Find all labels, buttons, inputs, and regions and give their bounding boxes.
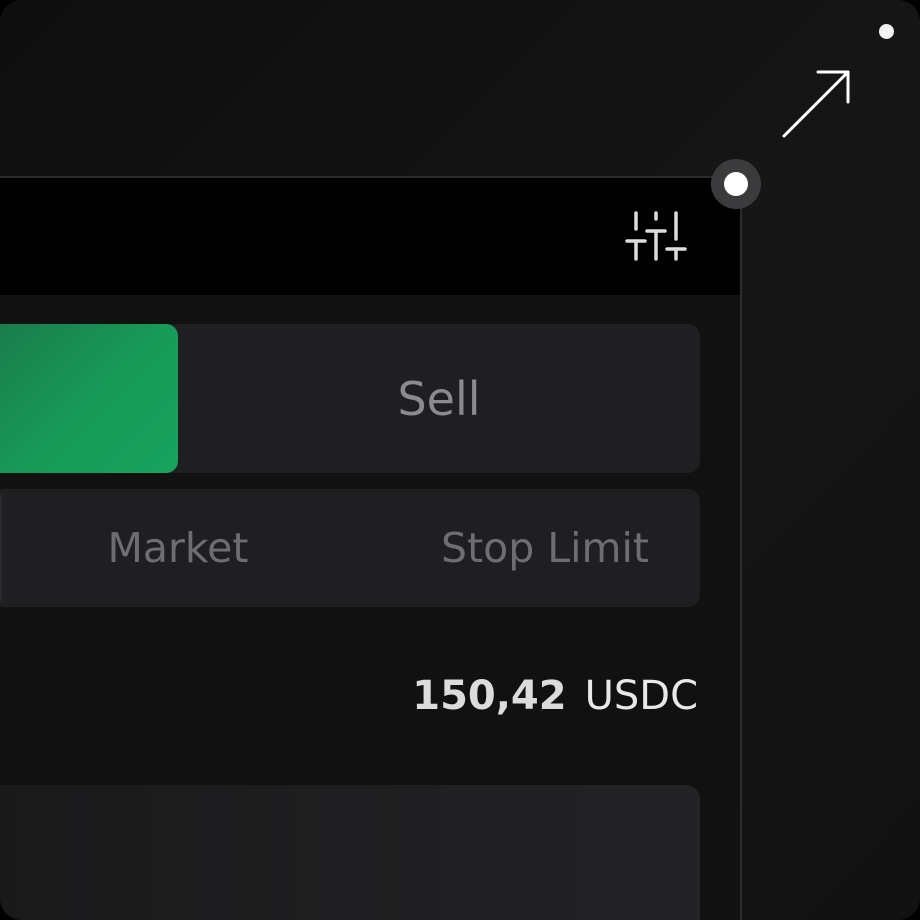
arrow-up-right-icon[interactable] bbox=[778, 66, 854, 142]
order-type-active-indicator[interactable] bbox=[0, 489, 2, 607]
sliders-icon[interactable] bbox=[624, 209, 688, 263]
amount-input[interactable] bbox=[0, 785, 700, 920]
resize-handle[interactable] bbox=[711, 159, 761, 209]
order-type-stop-limit[interactable]: Stop Limit bbox=[400, 489, 690, 607]
order-type-market[interactable]: Market bbox=[70, 489, 286, 607]
sell-tab[interactable]: Sell bbox=[178, 324, 700, 473]
balance-unit: USDC bbox=[584, 673, 698, 719]
order-type-market-label: Market bbox=[107, 524, 249, 572]
screenshot-frame: Sell Market Stop Limit 150,42 USDC bbox=[0, 0, 920, 920]
order-type-selector: Market Stop Limit bbox=[0, 489, 700, 607]
sell-tab-label: Sell bbox=[397, 371, 481, 426]
order-type-stop-limit-label: Stop Limit bbox=[441, 524, 649, 572]
buy-tab[interactable] bbox=[0, 324, 178, 473]
balance-amount: 150,42 bbox=[412, 673, 567, 719]
corner-dot bbox=[879, 24, 894, 39]
panel-header bbox=[0, 178, 740, 295]
buy-sell-toggle: Sell bbox=[0, 324, 700, 473]
available-balance: 150,42 USDC bbox=[412, 668, 698, 724]
